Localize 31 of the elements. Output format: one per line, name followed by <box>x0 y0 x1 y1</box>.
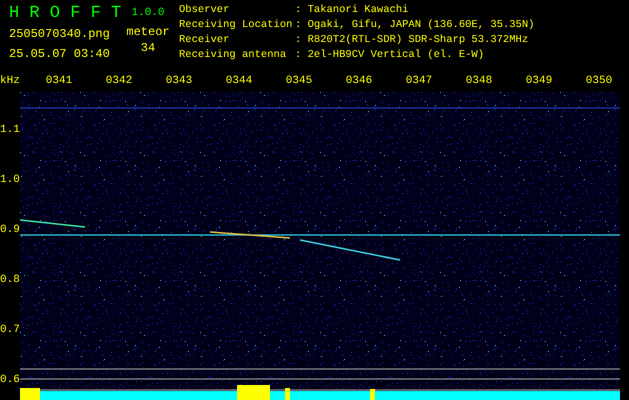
file-name: 2505070340.png <box>9 27 110 42</box>
info-value: : R820T2(RTL-SDR) SDR-Sharp 53.372MHz <box>295 33 528 48</box>
meteor-count: 34 <box>140 41 156 56</box>
frequency-label: 0.8 <box>0 273 20 287</box>
time-label: 0343 <box>166 74 192 89</box>
frequency-label: 1.0 <box>0 173 20 187</box>
info-value: : Ogaki, Gifu, JAPAN (136.60E, 35.35N) <box>295 18 534 33</box>
frequency-label: 0.6 <box>0 373 20 387</box>
info-label: Receiving antenna <box>179 48 288 63</box>
axis-unit: kHz <box>0 74 21 89</box>
time-label: 0344 <box>226 74 252 89</box>
info-value: : 2el-HB9CV Vertical (el. E-W) <box>295 48 484 63</box>
frequency-label: 0.9 <box>0 223 20 237</box>
info-label: Receiver <box>179 33 230 48</box>
time-label: 0342 <box>106 74 132 89</box>
time-label: 0346 <box>346 74 372 89</box>
version-label: 1.0.0 <box>131 6 164 20</box>
meteor-label: meteor <box>126 25 170 40</box>
time-label: 0341 <box>46 74 72 89</box>
time-label: 0350 <box>586 74 612 89</box>
app-title: H R O F F T <box>9 4 120 24</box>
info-label: Receiving Location <box>179 18 294 33</box>
frequency-label: 0.7 <box>0 323 20 337</box>
info-label: Observer <box>179 3 230 18</box>
time-label: 0345 <box>286 74 312 89</box>
frequency-label: 1.1 <box>0 123 20 137</box>
time-label: 0348 <box>466 74 492 89</box>
date-time: 25.05.07 03:40 <box>9 47 110 62</box>
time-label: 0349 <box>526 74 552 89</box>
info-value: : Takanori Kawachi <box>295 3 408 18</box>
time-label: 0347 <box>406 74 432 89</box>
